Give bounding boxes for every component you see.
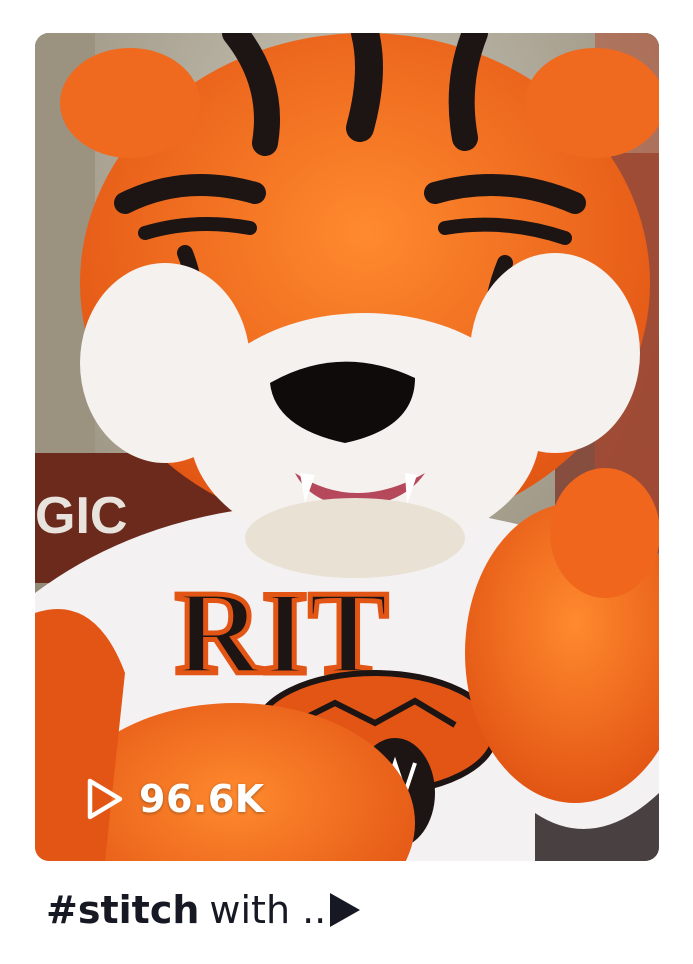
play-triangle-icon[interactable] <box>326 890 364 930</box>
wall-text: GIC <box>35 487 127 545</box>
video-caption: #stitch with .. <box>46 888 364 932</box>
view-count-overlay: 96.6K <box>85 777 265 821</box>
video-card[interactable]: GIC RIT 96.6K <box>35 33 659 861</box>
caption-hashtag-link[interactable]: #stitch <box>46 888 199 932</box>
video-thumbnail: GIC RIT <box>35 33 659 861</box>
play-outline-icon <box>87 778 123 820</box>
view-count: 96.6K <box>139 777 265 821</box>
caption-text: with .. <box>209 888 327 932</box>
